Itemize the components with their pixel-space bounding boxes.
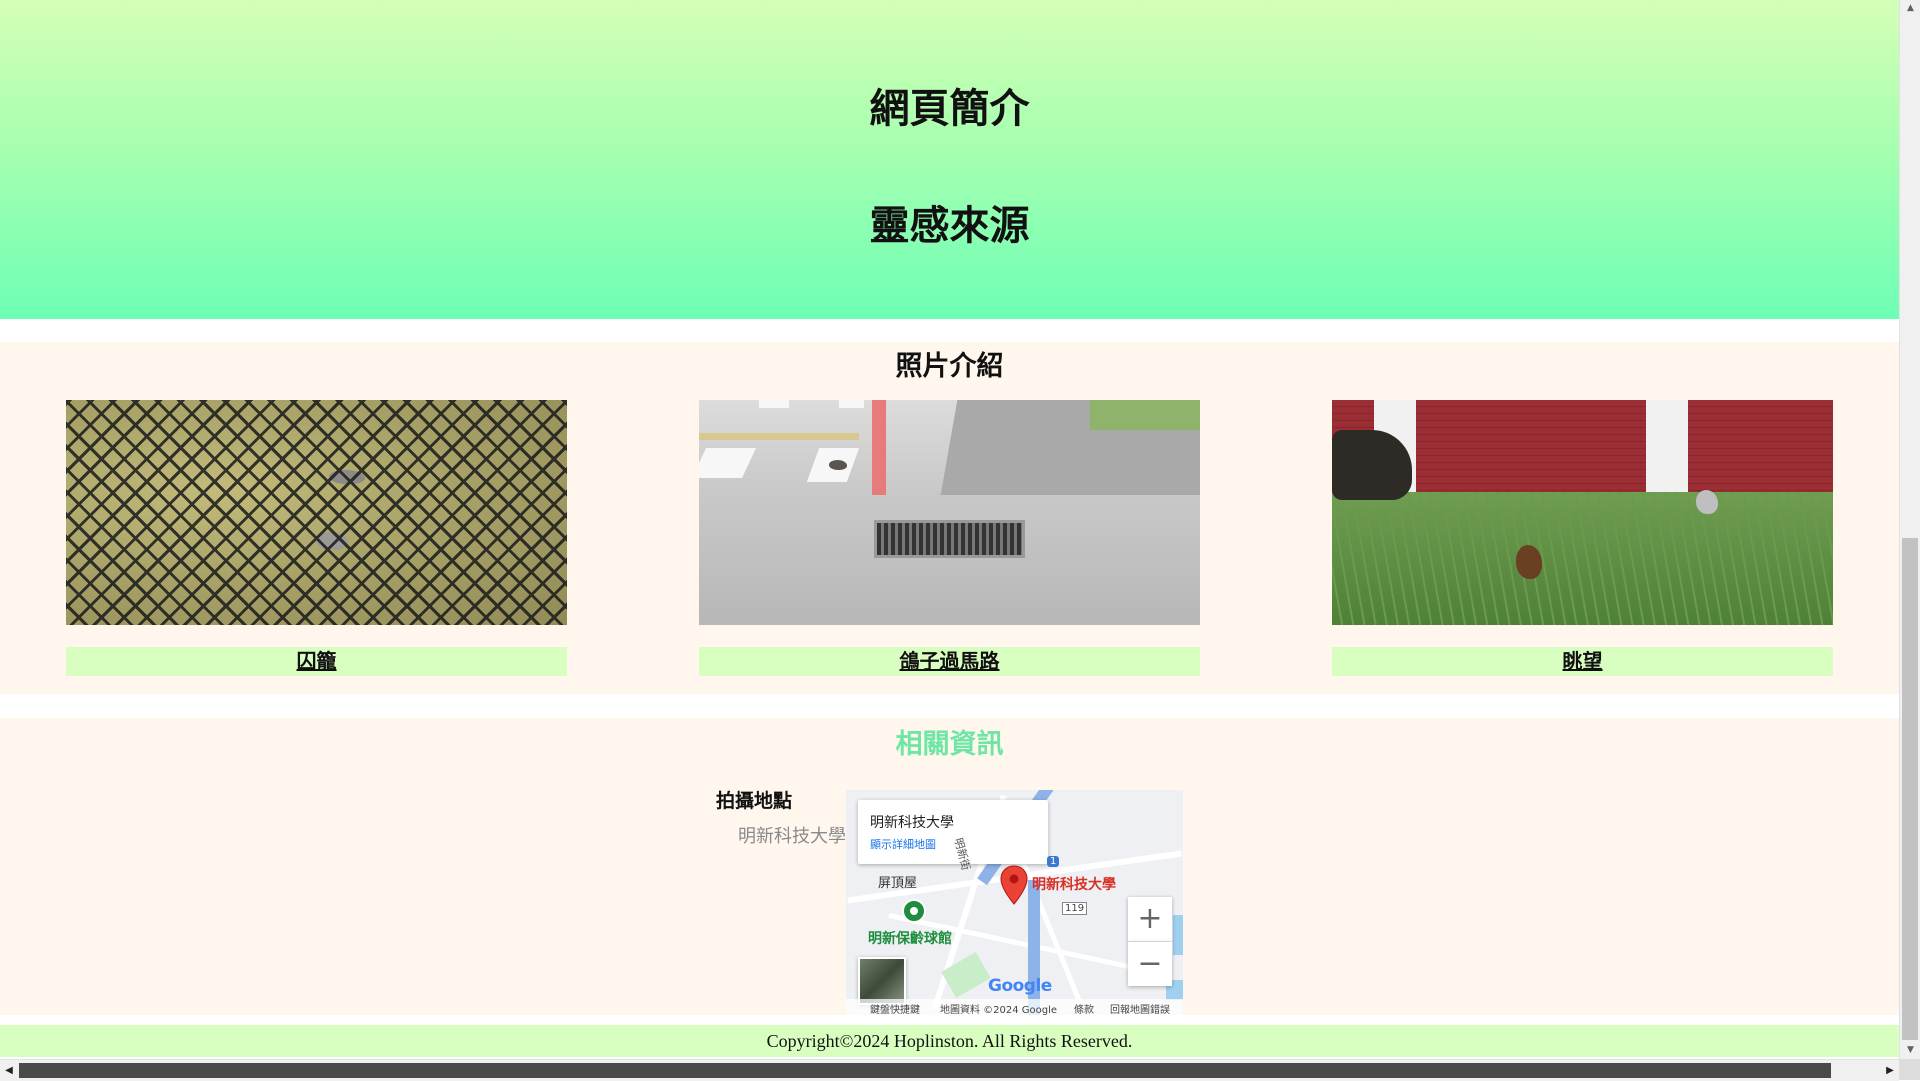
- map-place-name: 明新科技大學: [870, 815, 954, 831]
- photo-card-pigeon-crossing: 鴿子過馬路: [699, 400, 1200, 684]
- yellow-curb-line: [699, 433, 859, 440]
- vertical-scrollbar[interactable]: ▲ ▼: [1899, 0, 1920, 1059]
- map-place-card: 明新科技大學 顯示詳細地圖: [858, 800, 1048, 864]
- chain-link-fence: [66, 400, 567, 625]
- horizontal-scrollbar[interactable]: ◀ ▶: [0, 1059, 1899, 1081]
- tree-stump: [1332, 430, 1412, 500]
- hero-banner: 網頁簡介 靈感來源: [0, 0, 1899, 319]
- scroll-right-arrow-icon[interactable]: ▶: [1881, 1060, 1899, 1081]
- map-keyboard-shortcuts-link[interactable]: 鍵盤快捷鍵: [870, 1001, 920, 1015]
- photo-card-cage: 囚籠: [66, 400, 567, 684]
- zoom-out-button[interactable]: −: [1128, 942, 1172, 986]
- map-pin-icon[interactable]: [1000, 865, 1028, 905]
- crosswalk-stripe: [759, 400, 789, 408]
- caption-pigeon-crossing-link[interactable]: 鴿子過馬路: [900, 649, 1000, 673]
- vertical-scroll-thumb[interactable]: [1902, 538, 1918, 1040]
- photo-cage-image[interactable]: [66, 400, 567, 625]
- horizontal-scroll-thumb[interactable]: [19, 1063, 1831, 1078]
- page-footer: Copyright©2024 Hoplinston. All Rights Re…: [0, 1025, 1899, 1057]
- map-report-error-link[interactable]: 回報地圖錯誤: [1110, 1001, 1170, 1015]
- map-label-bowling: 明新保齡球館: [868, 931, 952, 947]
- crosswalk-stripe: [699, 448, 756, 478]
- zoom-in-button[interactable]: +: [1128, 897, 1172, 942]
- info-section: 相關資訊 拍攝地點 明新科技大學 明新科技大學 顯示詳細地圖 1 119 屏頂屋…: [0, 718, 1899, 1015]
- scroll-up-arrow-icon[interactable]: ▲: [1900, 0, 1920, 17]
- grass-field: [1332, 492, 1833, 625]
- grass-shape: [1090, 400, 1200, 430]
- pigeon-shape: [829, 460, 847, 470]
- photo-card-gaze: 眺望: [1332, 400, 1833, 684]
- bowling-poi-icon[interactable]: [902, 899, 926, 923]
- drain-grate: [874, 520, 1025, 558]
- copyright-text: Copyright©2024 Hoplinston. All Rights Re…: [766, 1031, 1133, 1051]
- photo-section-title: 照片介紹: [895, 351, 1004, 382]
- info-section-title: 相關資訊: [895, 729, 1004, 760]
- intro-heading-link[interactable]: 網頁簡介: [0, 76, 1899, 134]
- photo-pigeon-crossing-image[interactable]: [699, 400, 1200, 625]
- map-label-shop: 屏頂屋: [878, 876, 918, 891]
- road-number: 119: [1062, 902, 1088, 915]
- caption-cage: 囚籠: [66, 647, 567, 676]
- photo-gaze-image[interactable]: [1332, 400, 1833, 625]
- map-footer-bar: 鍵盤快捷鍵 地圖資料 ©2024 Google 條款 回報地圖錯誤: [846, 999, 1183, 1015]
- map-details-link[interactable]: 顯示詳細地圖: [870, 836, 936, 852]
- map-terms-link[interactable]: 條款: [1074, 1001, 1094, 1015]
- bird-shape: [1516, 545, 1542, 579]
- embedded-map[interactable]: 明新科技大學 顯示詳細地圖 1 119 屏頂屋 明新街 明新保齡球館 明新科技大…: [846, 790, 1183, 1015]
- caption-cage-link[interactable]: 囚籠: [297, 649, 337, 673]
- location-value: 明新科技大學: [738, 826, 846, 847]
- bird-shape: [1696, 490, 1718, 514]
- satellite-toggle-button[interactable]: [858, 957, 906, 1005]
- location-label: 拍攝地點: [716, 790, 793, 812]
- red-lane-line: [872, 400, 886, 495]
- route-badge: 1: [1047, 856, 1060, 867]
- crosswalk-stripe: [839, 400, 864, 408]
- caption-gaze: 眺望: [1332, 647, 1833, 676]
- inspiration-heading-link[interactable]: 靈感來源: [0, 193, 1899, 251]
- scroll-down-arrow-icon[interactable]: ▼: [1900, 1042, 1920, 1059]
- photo-section: 照片介紹 囚籠 鴿子過馬路 眺望: [0, 342, 1899, 694]
- map-water: [1173, 915, 1183, 955]
- map-pin-label: 明新科技大學: [1032, 877, 1116, 893]
- scroll-left-arrow-icon[interactable]: ◀: [0, 1060, 18, 1081]
- map-data-attribution: 地圖資料 ©2024 Google: [940, 1005, 1058, 1015]
- caption-gaze-link[interactable]: 眺望: [1563, 649, 1603, 673]
- scrollbar-corner: [1899, 1059, 1920, 1080]
- page-viewport: 網頁簡介 靈感來源 照片介紹 囚籠 鴿子過馬路 眺望 相關資訊 拍攝地點 明新科…: [0, 0, 1899, 1059]
- caption-pigeon-crossing: 鴿子過馬路: [699, 647, 1200, 676]
- google-logo: Google: [988, 976, 1052, 996]
- white-pillar: [1646, 400, 1688, 492]
